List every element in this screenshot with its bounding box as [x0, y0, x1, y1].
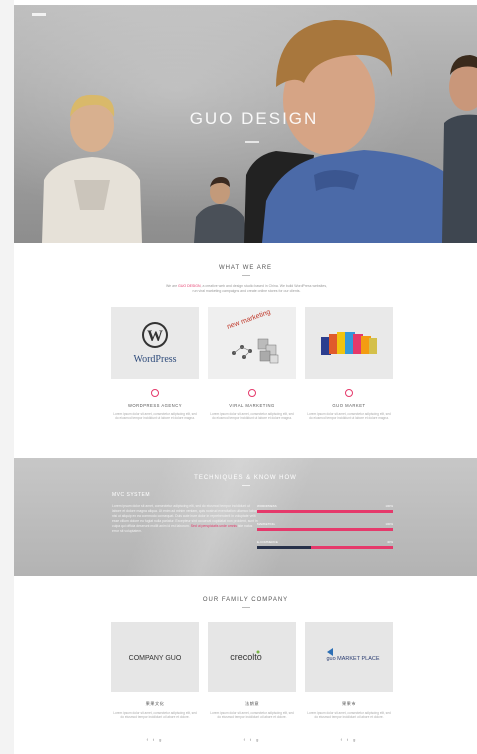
section-title-techniques: TECHNIQUES & KNOW HOW	[194, 475, 297, 481]
techniques-subtitle: MVC SYSTEM	[112, 492, 151, 498]
svg-text:W: W	[147, 328, 163, 345]
skill-fill	[257, 510, 393, 513]
section-title-what-we-are: WHAT WE ARE	[218, 265, 273, 271]
card-title: GUO MARKET	[332, 403, 366, 408]
skill-label: E-COMMERCE	[257, 540, 278, 544]
megaphone-icon	[248, 389, 256, 397]
skill-value: 100%	[385, 522, 393, 526]
hero-banner: GUO DESIGN	[14, 5, 477, 243]
card-text: Lorem ipsum dolor sit amet, consectetur …	[113, 412, 197, 421]
social-icons[interactable]: f t g	[111, 737, 199, 742]
skill-track	[257, 528, 393, 531]
shopping-bags-icon	[321, 332, 377, 355]
company-text: Lorem ipsum dolor sit amet, consectetur …	[307, 711, 391, 720]
hero-title: GUO DESIGN	[189, 109, 319, 128]
company-text: Lorem ipsum dolor sit amet, consectetur …	[210, 711, 294, 720]
section-divider	[242, 607, 250, 608]
card-text: Lorem ipsum dolor sit amet, consectetur …	[210, 412, 294, 421]
section-intro: We are GUO DESIGN, a creative web and de…	[164, 284, 329, 294]
guo-market-image[interactable]	[305, 307, 393, 379]
company-logo: guo MARKET PLACE	[326, 648, 380, 662]
company-name: 果果市	[341, 701, 357, 706]
intro-text: We are	[165, 284, 178, 288]
guo-marketplace-card[interactable]: guo MARKET PLACE	[305, 622, 393, 692]
company-logo: crecolto	[230, 650, 262, 662]
site-logo[interactable]	[32, 13, 46, 16]
marketing-logo-text: new marketing	[226, 309, 271, 331]
company-guo-card[interactable]: COMPANY GUO	[111, 622, 199, 692]
techniques-highlight-link[interactable]: Sed ut perspiciatis unde omnis	[191, 524, 237, 528]
wordpress-logo-icon: W WordPress	[133, 322, 177, 365]
network-cubes-icon: new marketing	[226, 309, 279, 364]
section-title-family: OUR FAMILY COMPANY	[202, 597, 289, 603]
skill-label: WORDPRESS	[257, 504, 277, 508]
skill-track	[257, 546, 393, 549]
company-logo-text: guo MARKET PLACE	[326, 656, 379, 662]
crecolto-card[interactable]: crecolto	[208, 622, 296, 692]
skill-fill	[257, 546, 312, 549]
page-gutter	[0, 0, 14, 754]
company-logo-text: crecolto	[230, 652, 262, 662]
skill-label: MARKETING	[257, 522, 275, 526]
cart-icon	[345, 389, 353, 397]
company-logo: COMPANY GUO	[129, 655, 182, 662]
card-text: Lorem ipsum dolor sit amet, consectetur …	[307, 412, 391, 421]
viral-marketing-image[interactable]: new marketing	[208, 307, 296, 379]
company-name: 果果文化	[145, 701, 165, 706]
social-icons[interactable]: f t g	[208, 737, 296, 742]
company-name: 法朗意	[244, 701, 260, 706]
section-divider	[242, 275, 250, 276]
company-text: Lorem ipsum dolor sit amet, consectetur …	[113, 711, 197, 720]
company-logo-text: COMPANY GUO	[129, 655, 182, 662]
wordpress-logo-text: WordPress	[133, 354, 176, 365]
intro-text: , a creative web and design studio based…	[192, 284, 328, 293]
card-title: WORDPRESS AGENCY	[127, 403, 183, 408]
hero-divider	[245, 141, 259, 143]
skill-fill	[257, 528, 393, 531]
intro-highlight-link[interactable]: GUO DESIGN	[178, 284, 200, 288]
skill-track	[257, 510, 393, 513]
page: GUO DESIGN WHAT WE ARE We are GUO DESIGN…	[14, 0, 477, 754]
skill-value: 40%	[386, 540, 393, 544]
section-divider	[242, 485, 250, 486]
card-title: VIRAL MARKETING	[229, 403, 275, 408]
wordpress-image[interactable]: W WordPress	[111, 307, 199, 379]
skill-value: 100%	[385, 504, 393, 508]
social-icons[interactable]: f t g	[305, 737, 393, 742]
techniques-text: Lorem ipsum dolor sit amet, consectetur …	[112, 504, 260, 533]
heart-icon	[151, 389, 159, 397]
techniques-section: TECHNIQUES & KNOW HOW MVC SYSTEM Lorem i…	[14, 458, 477, 576]
